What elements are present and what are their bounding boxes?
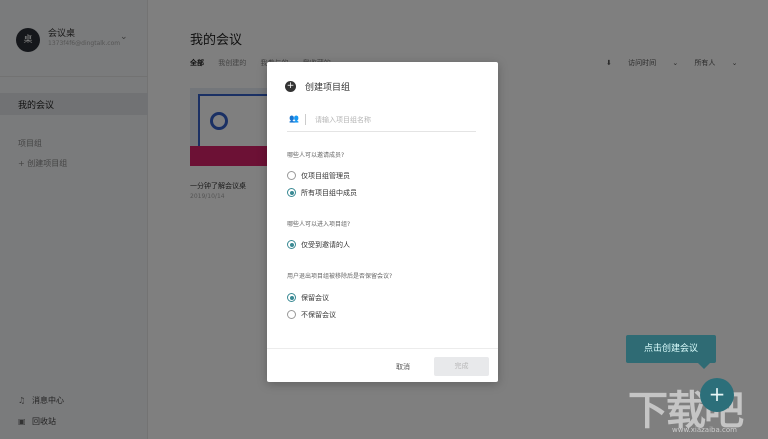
people-icon: 👥	[289, 114, 299, 123]
cancel-button[interactable]: 取消	[389, 359, 417, 375]
done-button[interactable]: 完成	[434, 357, 489, 376]
project-name-input[interactable]	[315, 112, 473, 128]
create-meeting-button[interactable]: +	[700, 378, 734, 412]
question-access: 哪些人可以进入项目组?	[287, 221, 351, 228]
radio-button[interactable]	[287, 310, 296, 319]
radio-label: 不保留会议	[301, 311, 336, 319]
radio-button-selected[interactable]	[287, 188, 296, 197]
radio-label: 保留会议	[301, 294, 329, 302]
question-invite: 哪些人可以邀请成员?	[287, 152, 345, 159]
radio-button-selected[interactable]	[287, 293, 296, 302]
radio-label: 仅受到邀请的人	[301, 241, 350, 249]
dialog-title: 创建项目组	[305, 83, 351, 93]
radio-button-selected[interactable]	[287, 240, 296, 249]
plus-circle-icon: +	[285, 81, 296, 92]
create-meeting-tooltip: 点击创建会议	[626, 335, 716, 369]
radio-label: 仅项目组管理员	[301, 172, 350, 180]
plus-icon: +	[708, 382, 726, 406]
watermark-url: www.xiazaiba.com	[672, 426, 737, 434]
project-name-field: 👥	[287, 110, 476, 132]
divider	[305, 114, 306, 125]
dialog-footer-divider	[267, 348, 498, 349]
question-keep-meetings: 用户退出项目组被移除后是否保留会议?	[287, 273, 393, 280]
radio-label: 所有项目组中成员	[301, 189, 357, 197]
radio-button[interactable]	[287, 171, 296, 180]
create-project-dialog: + 创建项目组 👥 哪些人可以邀请成员? 仅项目组管理员 所有项目组中成员 哪些…	[267, 62, 498, 382]
